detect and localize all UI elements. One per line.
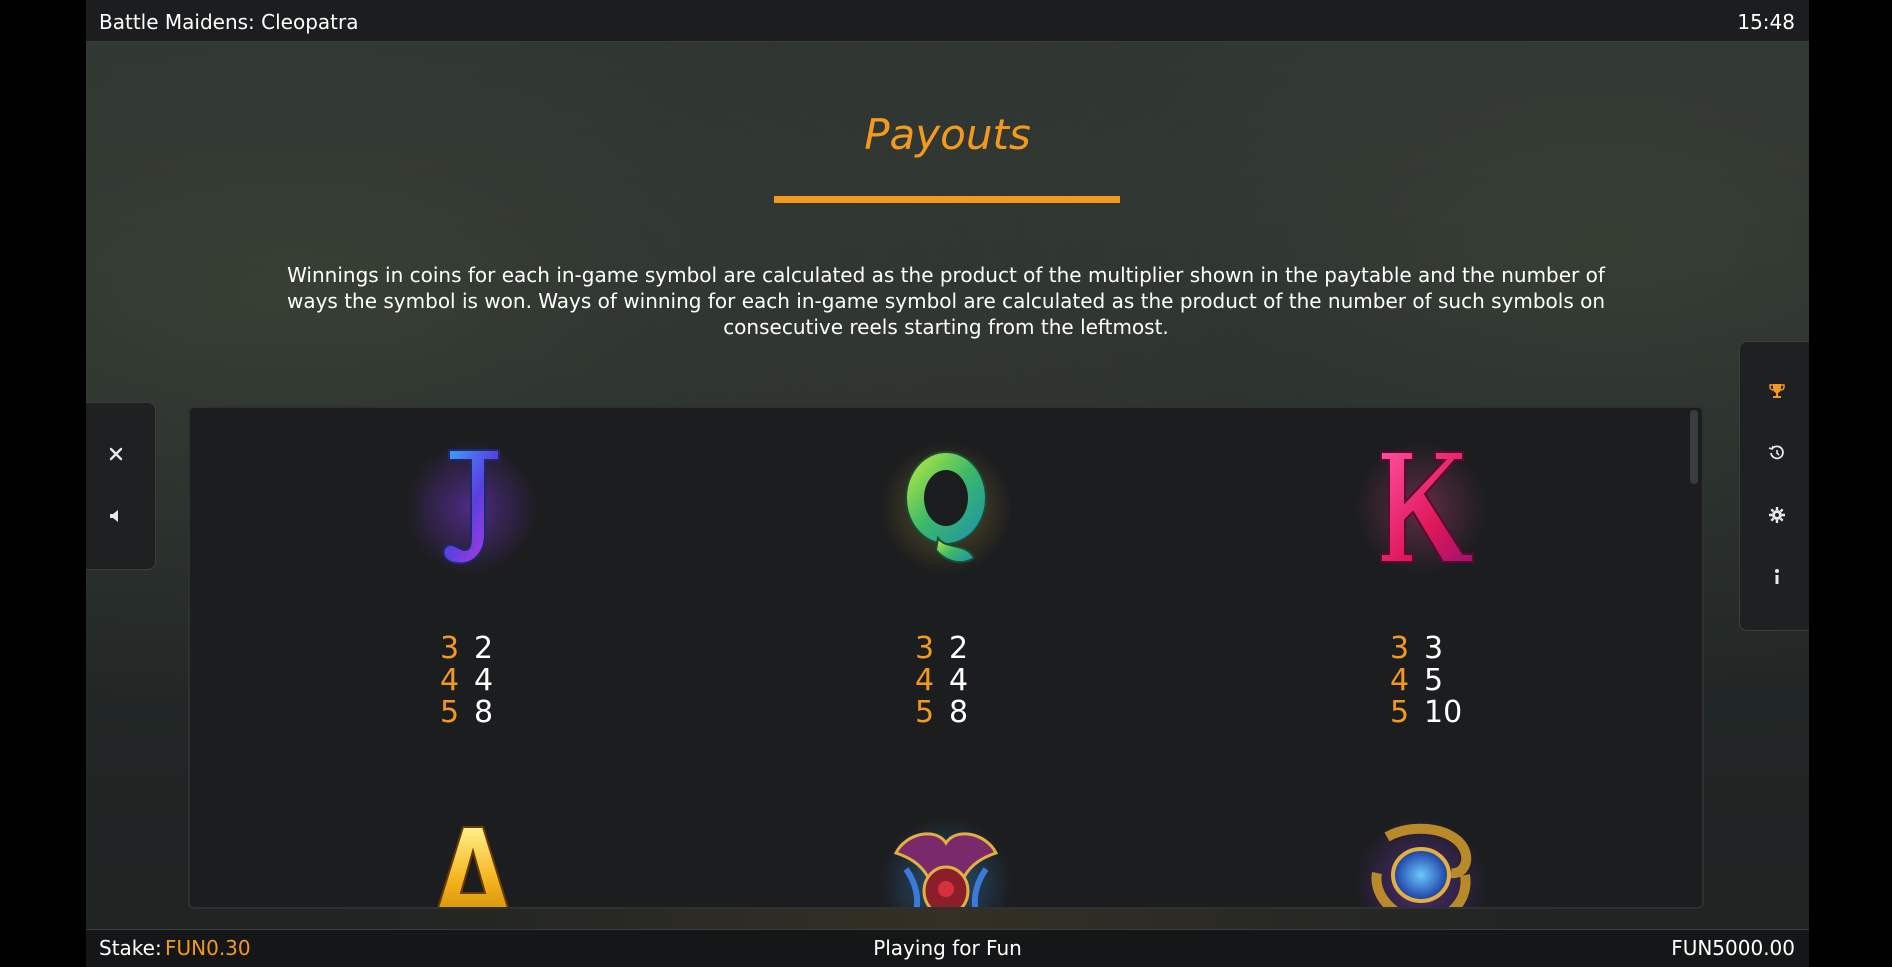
sound-button[interactable] [96, 496, 136, 536]
q-symbol-icon [880, 442, 1012, 574]
payouts-q: 32 44 58 [915, 633, 1035, 729]
pay-row: 32 [915, 633, 1035, 665]
symbol-count: 3 [440, 631, 460, 666]
pay-value: 8 [474, 695, 494, 730]
payouts-k: 33 45 5 10 [1390, 633, 1510, 729]
symbol-count: 5 [1390, 695, 1410, 730]
pay-value: 2 [949, 631, 969, 666]
play-mode-text: Playing for Fun [873, 936, 1022, 960]
info-button[interactable] [1757, 557, 1797, 597]
close-icon [109, 447, 123, 461]
pay-value: 8 [949, 695, 969, 730]
a-symbol-icon [437, 826, 509, 907]
speaker-icon [110, 510, 118, 522]
pay-value: 4 [474, 663, 494, 698]
k-symbol-icon [1355, 442, 1487, 574]
symbol-count: 5 [915, 695, 935, 730]
pay-value: 5 [1424, 663, 1444, 698]
symbol-a [401, 813, 541, 907]
symbol-count: 5 [440, 695, 460, 730]
game-title: Battle Maidens: Cleopatra [99, 10, 359, 34]
gear-icon [1769, 507, 1785, 523]
j-symbol-icon [405, 442, 537, 574]
pay-row: 58 [440, 697, 560, 729]
page-title: Payouts [864, 110, 1031, 159]
scarab-icon [880, 817, 1012, 907]
symbol-count: 4 [1390, 663, 1410, 698]
symbol-count: 4 [915, 663, 935, 698]
symbol-j [401, 438, 541, 578]
pay-row: 32 [440, 633, 560, 665]
pay-row: 5 10 [1390, 697, 1510, 729]
pay-row: 45 [1390, 665, 1510, 697]
left-menu-panel [86, 402, 156, 570]
right-menu-panel [1739, 341, 1809, 631]
trophy-icon [1769, 384, 1785, 398]
pay-value: 3 [1424, 631, 1444, 666]
game-frame: Battle Maidens: Cleopatra 15:48 Payouts … [86, 0, 1809, 967]
symbol-amulet [1351, 813, 1491, 907]
paytable-panel[interactable]: 32 44 58 32 44 58 3 3 4 5 5 10 [188, 406, 1704, 909]
amulet-icon [1355, 817, 1487, 907]
pay-value: 2 [474, 631, 494, 666]
payouts-j: 32 44 58 [440, 633, 560, 729]
balance: FUN5000.00 [1671, 936, 1795, 960]
scrollbar-thumb[interactable] [1690, 410, 1698, 484]
pay-row: 58 [915, 697, 1035, 729]
settings-button[interactable] [1757, 495, 1797, 535]
pay-row: 44 [915, 665, 1035, 697]
title-underline [774, 196, 1120, 203]
payout-description: Winnings in coins for each in-game symbo… [286, 263, 1606, 339]
clock: 15:48 [1737, 10, 1795, 34]
info-icon [1775, 569, 1779, 584]
history-button[interactable] [1757, 433, 1797, 473]
pay-value: 10 [1424, 695, 1463, 730]
top-bar: Battle Maidens: Cleopatra 15:48 [86, 0, 1809, 42]
pay-row: 33 [1390, 633, 1510, 665]
pay-row: 44 [440, 665, 560, 697]
close-button[interactable] [96, 434, 136, 474]
bottom-bar: Stake: FUN0.30 Playing for Fun FUN5000.0… [86, 929, 1809, 967]
pay-value: 4 [949, 663, 969, 698]
symbol-count: 3 [1390, 631, 1410, 666]
paytable-button[interactable] [1757, 371, 1797, 411]
symbol-q [876, 438, 1016, 578]
history-icon [1768, 445, 1784, 460]
symbol-count: 4 [440, 663, 460, 698]
symbol-scarab [876, 813, 1016, 907]
symbol-count: 3 [915, 631, 935, 666]
symbol-k [1351, 438, 1491, 578]
